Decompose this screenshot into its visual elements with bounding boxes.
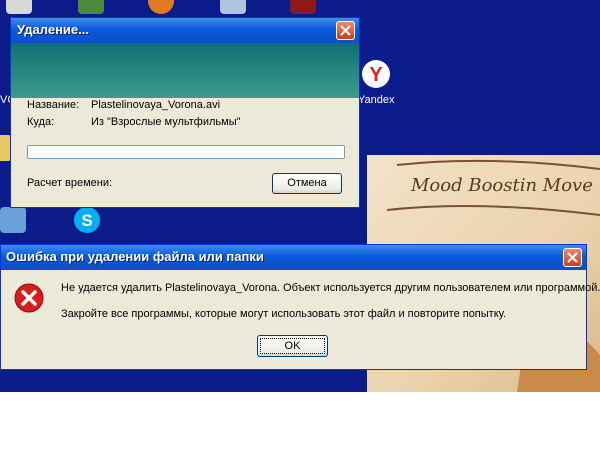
- monitor-icon[interactable]: [0, 207, 26, 233]
- delete-dialog-close-button[interactable]: [336, 21, 355, 40]
- close-icon: [567, 252, 578, 263]
- error-dialog-titlebar[interactable]: Ошибка при удалении файла или папки: [1, 245, 586, 270]
- error-dialog-close-button[interactable]: [563, 248, 582, 267]
- error-dialog-title: Ошибка при удалении файла или папки: [6, 249, 264, 264]
- destination-label: Куда:: [27, 116, 55, 128]
- name-value: Plastelinovaya_Vorona.avi: [91, 99, 221, 111]
- error-dialog: Ошибка при удалении файла или папки Не у…: [0, 244, 600, 370]
- cancel-button[interactable]: Отмена: [272, 173, 342, 194]
- error-message-primary: Не удается удалить Plastelinovaya_Vorona…: [61, 282, 600, 294]
- animation-banner: [11, 43, 359, 98]
- svg-text:S: S: [81, 211, 92, 230]
- desktop-icon-2[interactable]: [78, 0, 104, 14]
- close-icon: [340, 25, 351, 36]
- delete-dialog-titlebar[interactable]: Удаление...: [11, 18, 359, 43]
- firefox-icon[interactable]: [148, 0, 174, 14]
- delete-progress-dialog: Удаление... Название: Plastelinovaya_Vor…: [10, 17, 360, 208]
- yandex-icon[interactable]: Y: [362, 60, 390, 88]
- desktop-icon-4[interactable]: [220, 0, 246, 14]
- name-label: Название:: [27, 99, 80, 111]
- ok-button[interactable]: OK: [257, 335, 328, 357]
- svg-text:Y: Y: [369, 64, 383, 86]
- delete-dialog-title: Удаление...: [17, 22, 89, 37]
- skype-icon[interactable]: S: [74, 207, 100, 233]
- desktop-icon-5[interactable]: [290, 0, 316, 14]
- yandex-icon-label: Yandex: [358, 94, 395, 106]
- error-message-secondary: Закройте все программы, которые могут ис…: [61, 308, 507, 320]
- destination-value: Из "Взрослые мультфильмы": [91, 116, 241, 128]
- desktop-icon-1[interactable]: [6, 0, 32, 14]
- time-estimate-label: Расчет времени:: [27, 177, 113, 189]
- error-icon: [13, 282, 45, 314]
- progress-bar: [27, 145, 345, 159]
